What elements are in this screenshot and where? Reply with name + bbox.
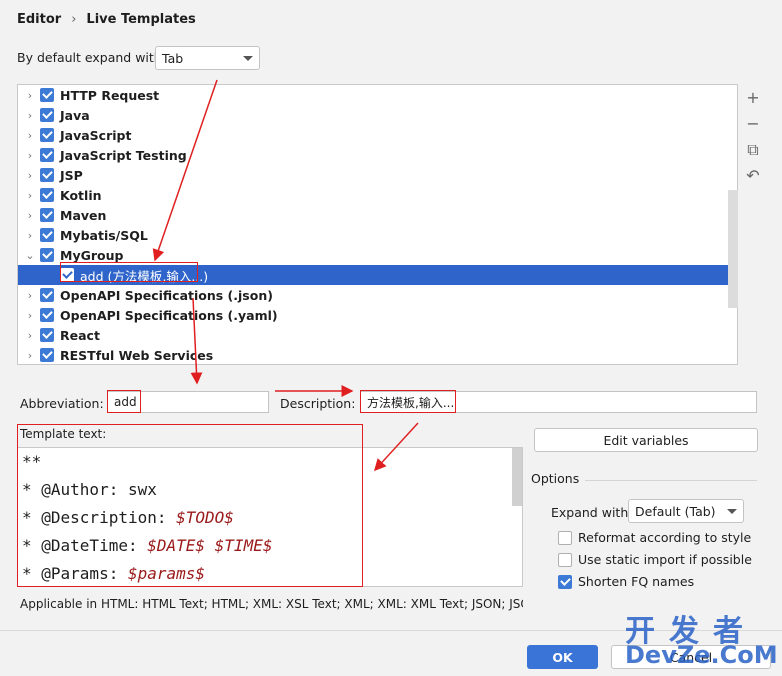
annotation-arrows <box>152 79 419 472</box>
arrow-to-tree-item <box>152 79 218 262</box>
arrow-to-template <box>373 422 419 472</box>
arrow-to-abbreviation <box>190 297 203 385</box>
